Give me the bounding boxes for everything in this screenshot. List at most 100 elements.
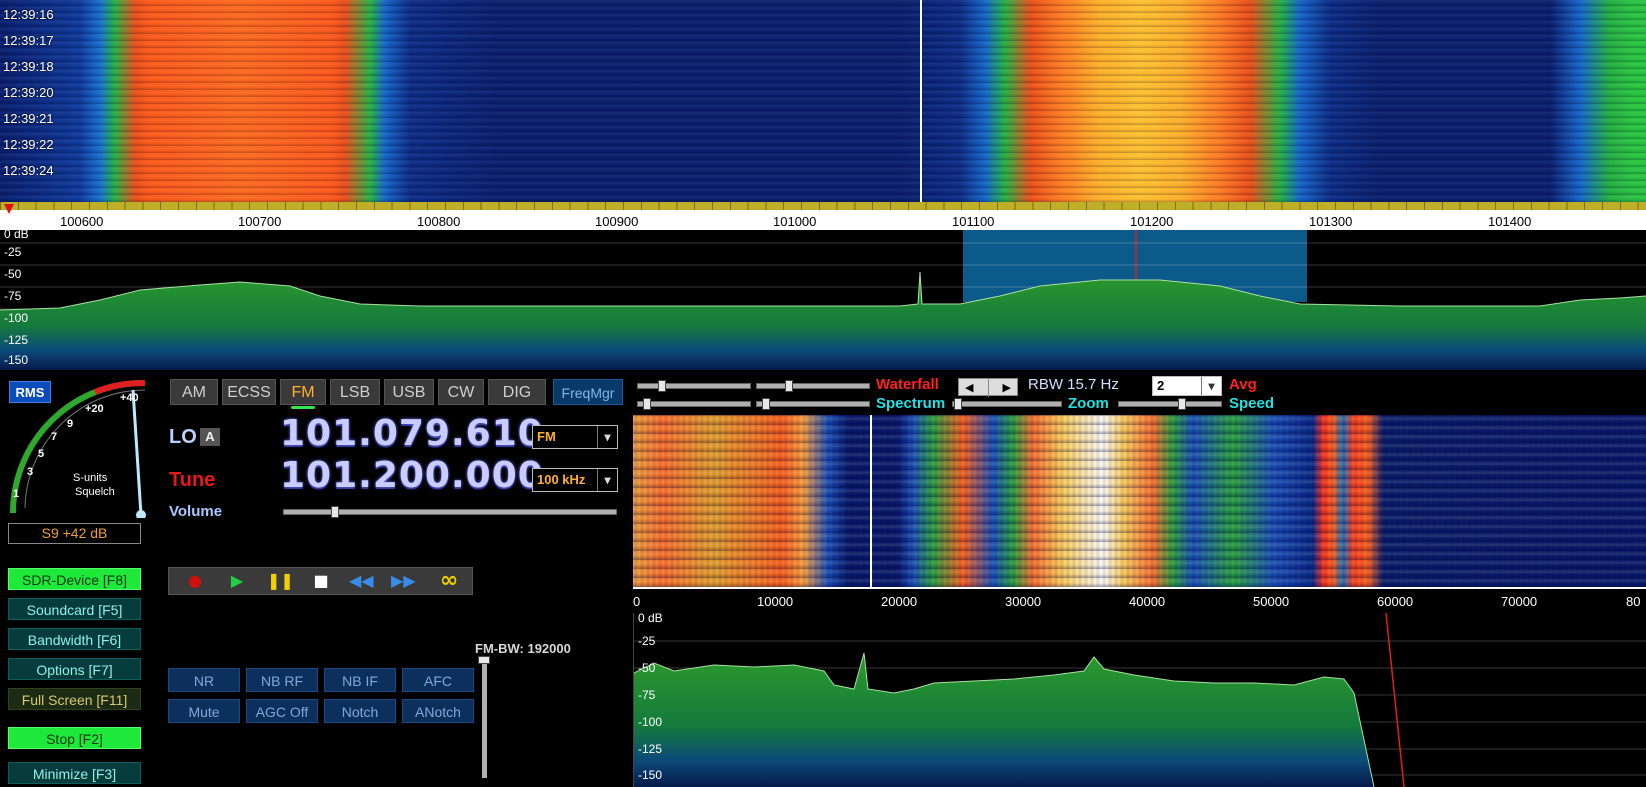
chevron-down-icon[interactable]: ▾ (597, 426, 617, 448)
db-label: -25 (4, 245, 22, 259)
loop-icon[interactable]: ∞ (431, 570, 467, 592)
chevron-down-icon[interactable]: ▾ (1201, 377, 1221, 395)
avg-select[interactable]: 2 ▾ (1152, 376, 1222, 396)
lo-marker-icon[interactable] (4, 204, 14, 214)
zoom-waterfall[interactable] (633, 415, 1646, 587)
main-spectrum[interactable]: 0 dB -25 -50 -75 -100 -125 -150 (0, 230, 1646, 370)
fast-forward-icon[interactable]: ▶▶ (391, 571, 416, 591)
lo-mode-select-value: FM (537, 429, 556, 444)
tune-label: Tune (169, 469, 216, 491)
anotch-button[interactable]: ANotch (402, 699, 474, 723)
time-label: 12:39:16 (3, 7, 54, 22)
play-icon[interactable]: ▶ (225, 571, 249, 591)
lo-frequency-display[interactable]: 101.079.610 (280, 413, 544, 454)
waterfall-tune-cursor[interactable] (920, 0, 922, 202)
tune-step-select[interactable]: 100 kHz ▾ (532, 468, 618, 492)
db-label: -150 (4, 353, 29, 367)
ruler-tickbar[interactable] (0, 202, 1646, 210)
fm-bw-slider[interactable] (482, 660, 487, 778)
squelch-caption: Squelch (75, 486, 115, 498)
frequency-ruler[interactable]: 100600 100700 100800 100900 101000 10110… (0, 202, 1646, 230)
pause-icon[interactable]: ❚❚ (267, 571, 294, 591)
lo-a-badge[interactable]: A (200, 428, 220, 446)
mode-am-button[interactable]: AM (170, 379, 218, 405)
lo-mode-select[interactable]: FM ▾ (532, 425, 618, 449)
notch-button[interactable]: Notch (324, 699, 396, 723)
s-meter-readout: S9 +42 dB (8, 523, 141, 544)
mute-button[interactable]: Mute (168, 699, 240, 723)
slider-thumb[interactable] (1178, 398, 1186, 410)
fm-bw-label: FM-BW: 192000 (475, 641, 571, 656)
freq-label: 101200 (1130, 214, 1174, 229)
db-label: -75 (4, 289, 22, 303)
zoom-tune-cursor[interactable] (870, 415, 872, 587)
speed-label: Speed (1229, 395, 1275, 412)
slider-thumb[interactable] (762, 398, 770, 410)
freq-label: 101100 (952, 214, 995, 229)
agc-off-button[interactable]: AGC Off (246, 699, 318, 723)
stop-button[interactable]: Stop [F2] (8, 727, 141, 749)
s-scale-label: 9 (67, 418, 74, 430)
nr-button[interactable]: NR (168, 668, 240, 692)
rms-button[interactable]: RMS (9, 381, 51, 403)
record-icon[interactable]: ● (183, 571, 207, 591)
zoom-freq-label: 30000 (1005, 594, 1042, 609)
mode-ecss-button[interactable]: ECSS (222, 379, 276, 405)
mode-usb-button[interactable]: USB (384, 379, 434, 405)
s-units-caption: S-units (73, 472, 108, 484)
db-label: -100 (4, 311, 29, 325)
mode-fm-button[interactable]: FM (280, 379, 326, 409)
volume-slider-thumb[interactable] (331, 506, 339, 518)
bandwidth-button[interactable]: Bandwidth [F6] (8, 628, 141, 650)
waterfall-stepper[interactable]: ◀ ▶ (958, 378, 1018, 397)
arrow-right-icon[interactable]: ▶ (1003, 379, 1011, 397)
db-label: 0 dB (4, 230, 29, 241)
zoom-filter-edge-line (1385, 613, 1405, 787)
slider-thumb[interactable] (658, 380, 666, 392)
mode-lsb-button[interactable]: LSB (330, 379, 380, 405)
nb-rf-button[interactable]: NB RF (246, 668, 318, 692)
afc-button[interactable]: AFC (402, 668, 474, 692)
zoom-spectrum[interactable]: 0 dB -25 -50 -75 -100 -125 -150 (633, 613, 1646, 787)
nb-if-button[interactable]: NB IF (324, 668, 396, 692)
zoom-freq-label: 70000 (1501, 594, 1538, 609)
s-meter-needle (131, 389, 143, 516)
soundcard-button[interactable]: Soundcard [F5] (8, 598, 141, 620)
mode-cw-button[interactable]: CW (438, 379, 484, 405)
zoom-slider[interactable] (952, 401, 1062, 407)
db-label: -50 (4, 267, 22, 281)
db-label: -50 (638, 661, 656, 675)
arrow-left-icon[interactable]: ◀ (965, 379, 973, 397)
waterfall-time-labels: 12:39:16 12:39:17 12:39:18 12:39:20 12:3… (0, 7, 54, 189)
time-label: 12:39:18 (3, 59, 54, 74)
options-button[interactable]: Options [F7] (8, 658, 141, 680)
s-scale-label: +20 (85, 403, 104, 415)
speed-slider[interactable] (1118, 401, 1222, 407)
db-label: -75 (638, 688, 656, 702)
freqmgr-button[interactable]: FreqMgr (553, 379, 623, 405)
chevron-down-icon[interactable]: ▾ (597, 469, 617, 491)
slider-thumb[interactable] (785, 380, 793, 392)
spectrum-contrast-slider[interactable] (637, 401, 751, 407)
full-screen-button[interactable]: Full Screen [F11] (8, 688, 141, 710)
slider-thumb[interactable] (643, 398, 651, 410)
main-waterfall[interactable]: 12:39:16 12:39:17 12:39:18 12:39:20 12:3… (0, 0, 1646, 202)
tune-frequency-display[interactable]: 101.200.000 (280, 455, 544, 496)
rewind-icon[interactable]: ◀◀ (349, 571, 374, 591)
db-label: 0 dB (638, 613, 663, 625)
avg-select-value: 2 (1157, 378, 1165, 393)
fm-bw-slider-thumb[interactable] (478, 656, 490, 664)
s-scale-label: 5 (38, 448, 45, 460)
waterfall-contrast-slider[interactable] (637, 383, 751, 389)
waterfall-range-slider[interactable] (756, 383, 870, 389)
slider-thumb[interactable] (954, 398, 962, 410)
s-meter[interactable]: RMS 1 3 5 7 9 +20 +40 S-units Squelch (5, 378, 155, 520)
zoom-label: Zoom (1068, 395, 1109, 412)
spectrum-range-slider[interactable] (756, 401, 870, 407)
sdr-device-button[interactable]: SDR-Device [F8] (8, 568, 141, 590)
minimize-button[interactable]: Minimize [F3] (8, 762, 141, 784)
zoom-frequency-ruler[interactable]: 0 10000 20000 30000 40000 50000 60000 70… (633, 587, 1646, 613)
mode-dig-button[interactable]: DIG (488, 379, 546, 405)
stop-icon[interactable]: ■ (309, 571, 333, 591)
recording-transport-bar: ● ▶ ❚❚ ■ ◀◀ ▶▶ ∞ (168, 567, 473, 595)
